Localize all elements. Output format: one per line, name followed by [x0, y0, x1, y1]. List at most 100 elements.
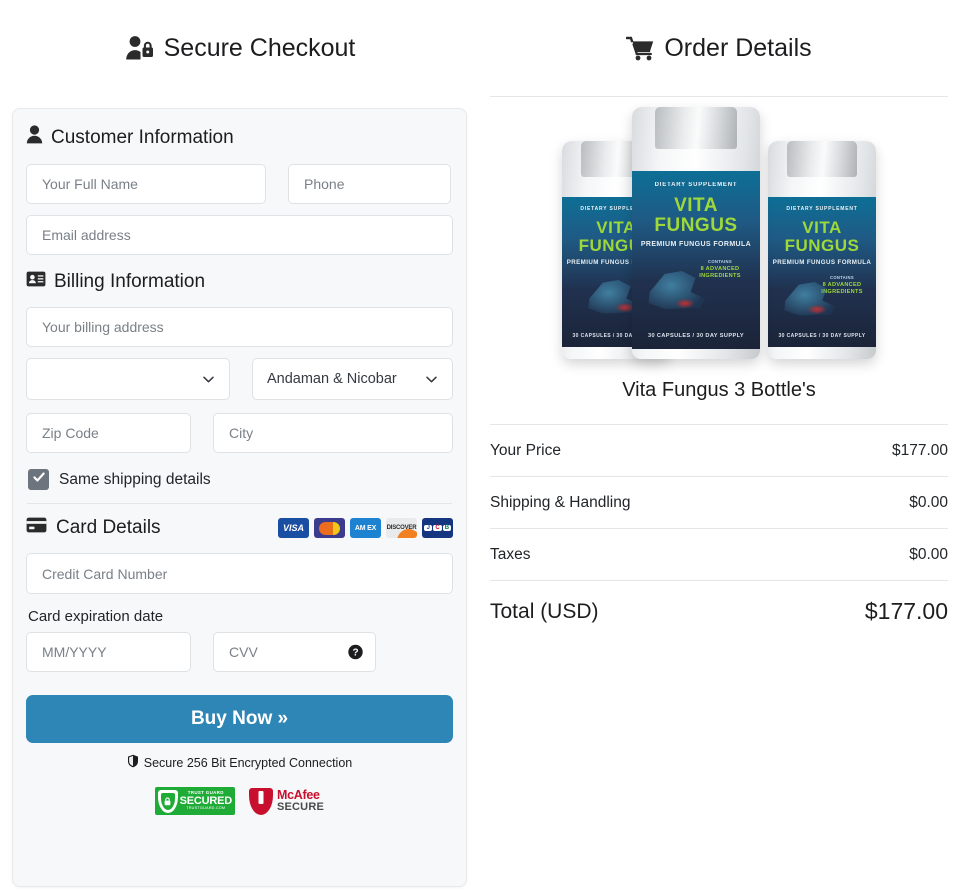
user-lock-icon [125, 35, 155, 61]
same-shipping-checkbox-row[interactable]: Same shipping details [28, 469, 453, 490]
billing-information-heading: Billing Information [26, 271, 453, 293]
table-row: Taxes $0.00 [490, 528, 948, 580]
summary-value: $0.00 [909, 545, 948, 563]
product-bottle-center: DIETARY SUPPLEMENT VITA FUNGUS PREMIUM F… [632, 107, 760, 359]
table-row: Shipping & Handling $0.00 [490, 476, 948, 528]
bottle-center-capsules: 30 CAPSULES / 30 DAY SUPPLY [647, 333, 745, 339]
card-expiration-label: Card expiration date [28, 608, 164, 625]
trust-guard-text: TRUST GUARD SECURED TRUSTGUARD.COM [180, 791, 233, 810]
secure-checkout-title: Secure Checkout [163, 33, 356, 62]
card-details-label: Card Details [56, 517, 161, 538]
mcafee-line2: SECURE [276, 800, 325, 813]
cvv-field-wrapper: ? [213, 632, 376, 672]
card-details-heading: Card Details [26, 517, 161, 539]
billing-address-row [26, 307, 453, 347]
credit-card-number-input[interactable] [26, 553, 453, 594]
trust-guard-line3: TRUSTGUARD.COM [186, 805, 226, 810]
name-phone-row [26, 164, 453, 204]
bottle-center-brand2: FUNGUS [654, 215, 738, 236]
bottle-right-formula: PREMIUM FUNGUS FORMULA [772, 259, 872, 266]
card-details-heading-row: Card Details VISA AM EX DISCOVER JCB [26, 517, 453, 539]
summary-label: Shipping & Handling [490, 493, 631, 511]
mastercard-icon [314, 518, 345, 538]
chevron-down-icon [425, 373, 438, 386]
vita-fungus-3-bottles-image: DIETARY SUPPLEMENT VITA FUNGUS PREMIUM F… [554, 103, 884, 365]
chevron-down-icon [202, 373, 215, 386]
buy-now-button[interactable]: Buy Now » [26, 695, 453, 743]
customer-information-label: Customer Information [51, 126, 234, 148]
bottle-center-supplement: DIETARY SUPPLEMENT [654, 182, 738, 188]
order-total-label: Total (USD) [490, 599, 599, 623]
customer-information-heading: Customer Information [26, 125, 453, 150]
discover-label: DISCOVER [386, 525, 417, 531]
question-circle-icon[interactable]: ? [348, 644, 363, 660]
country-select[interactable] [26, 358, 230, 400]
order-total-row: Total (USD) $177.00 [490, 580, 948, 642]
checkout-column: Secure Checkout Customer Information You… [0, 0, 480, 895]
bottle-right-brand2: FUNGUS [784, 236, 860, 255]
check-icon [32, 470, 46, 489]
discover-icon: DISCOVER [386, 518, 417, 538]
bottle-right-contains: CONTAINS [830, 275, 854, 280]
order-summary: Your Price $177.00 Shipping & Handling $… [490, 424, 948, 642]
bottle-center-brand1: VITA [674, 195, 718, 216]
email-input[interactable] [26, 215, 453, 255]
summary-label: Your Price [490, 441, 561, 459]
phone-input[interactable] [288, 164, 451, 204]
summary-label: Taxes [490, 545, 531, 563]
id-card-icon [26, 271, 46, 293]
checkout-form-card: Customer Information Your Full Name Phon… [12, 108, 467, 887]
billing-information-label: Billing Information [54, 271, 206, 292]
amex-icon: AM EX [350, 518, 381, 538]
product-name: Vita Fungus 3 Bottle's [622, 379, 816, 401]
same-shipping-checkbox[interactable] [28, 469, 49, 490]
table-row: Your Price $177.00 [490, 424, 948, 476]
visa-icon: VISA [278, 518, 309, 538]
bottle-right-brand1: VITA [802, 218, 842, 237]
expiration-cvv-row: ? [26, 632, 453, 672]
checkout-page: Secure Checkout Customer Information You… [0, 0, 958, 895]
bottle-center-formula: PREMIUM FUNGUS FORMULA [640, 241, 752, 248]
bottle-center-ingredients: 8 ADVANCED INGREDIENTS [699, 266, 741, 279]
state-select[interactable]: Andaman & Nicobar [251, 358, 453, 400]
summary-value: $177.00 [891, 441, 948, 459]
zip-code-input[interactable] [26, 413, 191, 453]
order-details-column: Order Details DIETARY SUPPLEMENT VITA FU… [480, 0, 958, 895]
bottle-right-supplement: DIETARY SUPPLEMENT [786, 206, 858, 212]
credit-card-icon [26, 517, 47, 539]
email-row [26, 215, 453, 255]
jcb-icon: JCB [422, 518, 453, 538]
summary-value: $0.00 [909, 493, 948, 511]
state-select-value: Andaman & Nicobar [266, 371, 397, 387]
accepted-card-logos: VISA AM EX DISCOVER JCB [278, 518, 453, 538]
mcafee-text: McAfee SECURE [276, 788, 325, 814]
secure-checkout-header: Secure Checkout [0, 0, 480, 96]
mcafee-shield-icon [248, 787, 273, 815]
order-details-title: Order Details [664, 33, 812, 62]
user-icon [26, 125, 43, 150]
secure-connection-note: Secure 256 Bit Encrypted Connection [26, 754, 453, 771]
trust-guard-secured-badge: TRUST GUARD SECURED TRUSTGUARD.COM [154, 787, 235, 815]
zip-city-row [26, 413, 453, 453]
city-input[interactable] [213, 413, 453, 453]
section-divider [27, 503, 452, 504]
order-total-value: $177.00 [864, 598, 948, 624]
product-bottle-right: DIETARY SUPPLEMENT VITA FUNGUS PREMIUM F… [768, 141, 876, 359]
same-shipping-label: Same shipping details [59, 470, 211, 488]
expiration-date-input[interactable] [26, 632, 191, 672]
shield-icon [127, 754, 139, 771]
billing-address-input[interactable] [26, 307, 453, 347]
product-image: DIETARY SUPPLEMENT VITA FUNGUS PREMIUM F… [480, 97, 958, 365]
full-name-input[interactable] [26, 164, 266, 204]
svg-text:?: ? [352, 648, 358, 659]
trust-badges: TRUST GUARD SECURED TRUSTGUARD.COM McAfe… [26, 787, 453, 815]
lock-shield-icon [157, 789, 178, 813]
bottle-right-capsules: 30 CAPSULES / 30 DAY SUPPLY [778, 333, 866, 339]
secure-connection-text: Secure 256 Bit Encrypted Connection [143, 755, 353, 770]
shopping-cart-icon [626, 36, 655, 61]
mcafee-secure-badge: McAfee SECURE [248, 787, 325, 815]
order-details-header: Order Details [480, 0, 958, 96]
bottle-center-contains: CONTAINS [708, 259, 732, 264]
card-number-row [26, 553, 453, 594]
country-state-row: Andaman & Nicobar [26, 358, 453, 400]
